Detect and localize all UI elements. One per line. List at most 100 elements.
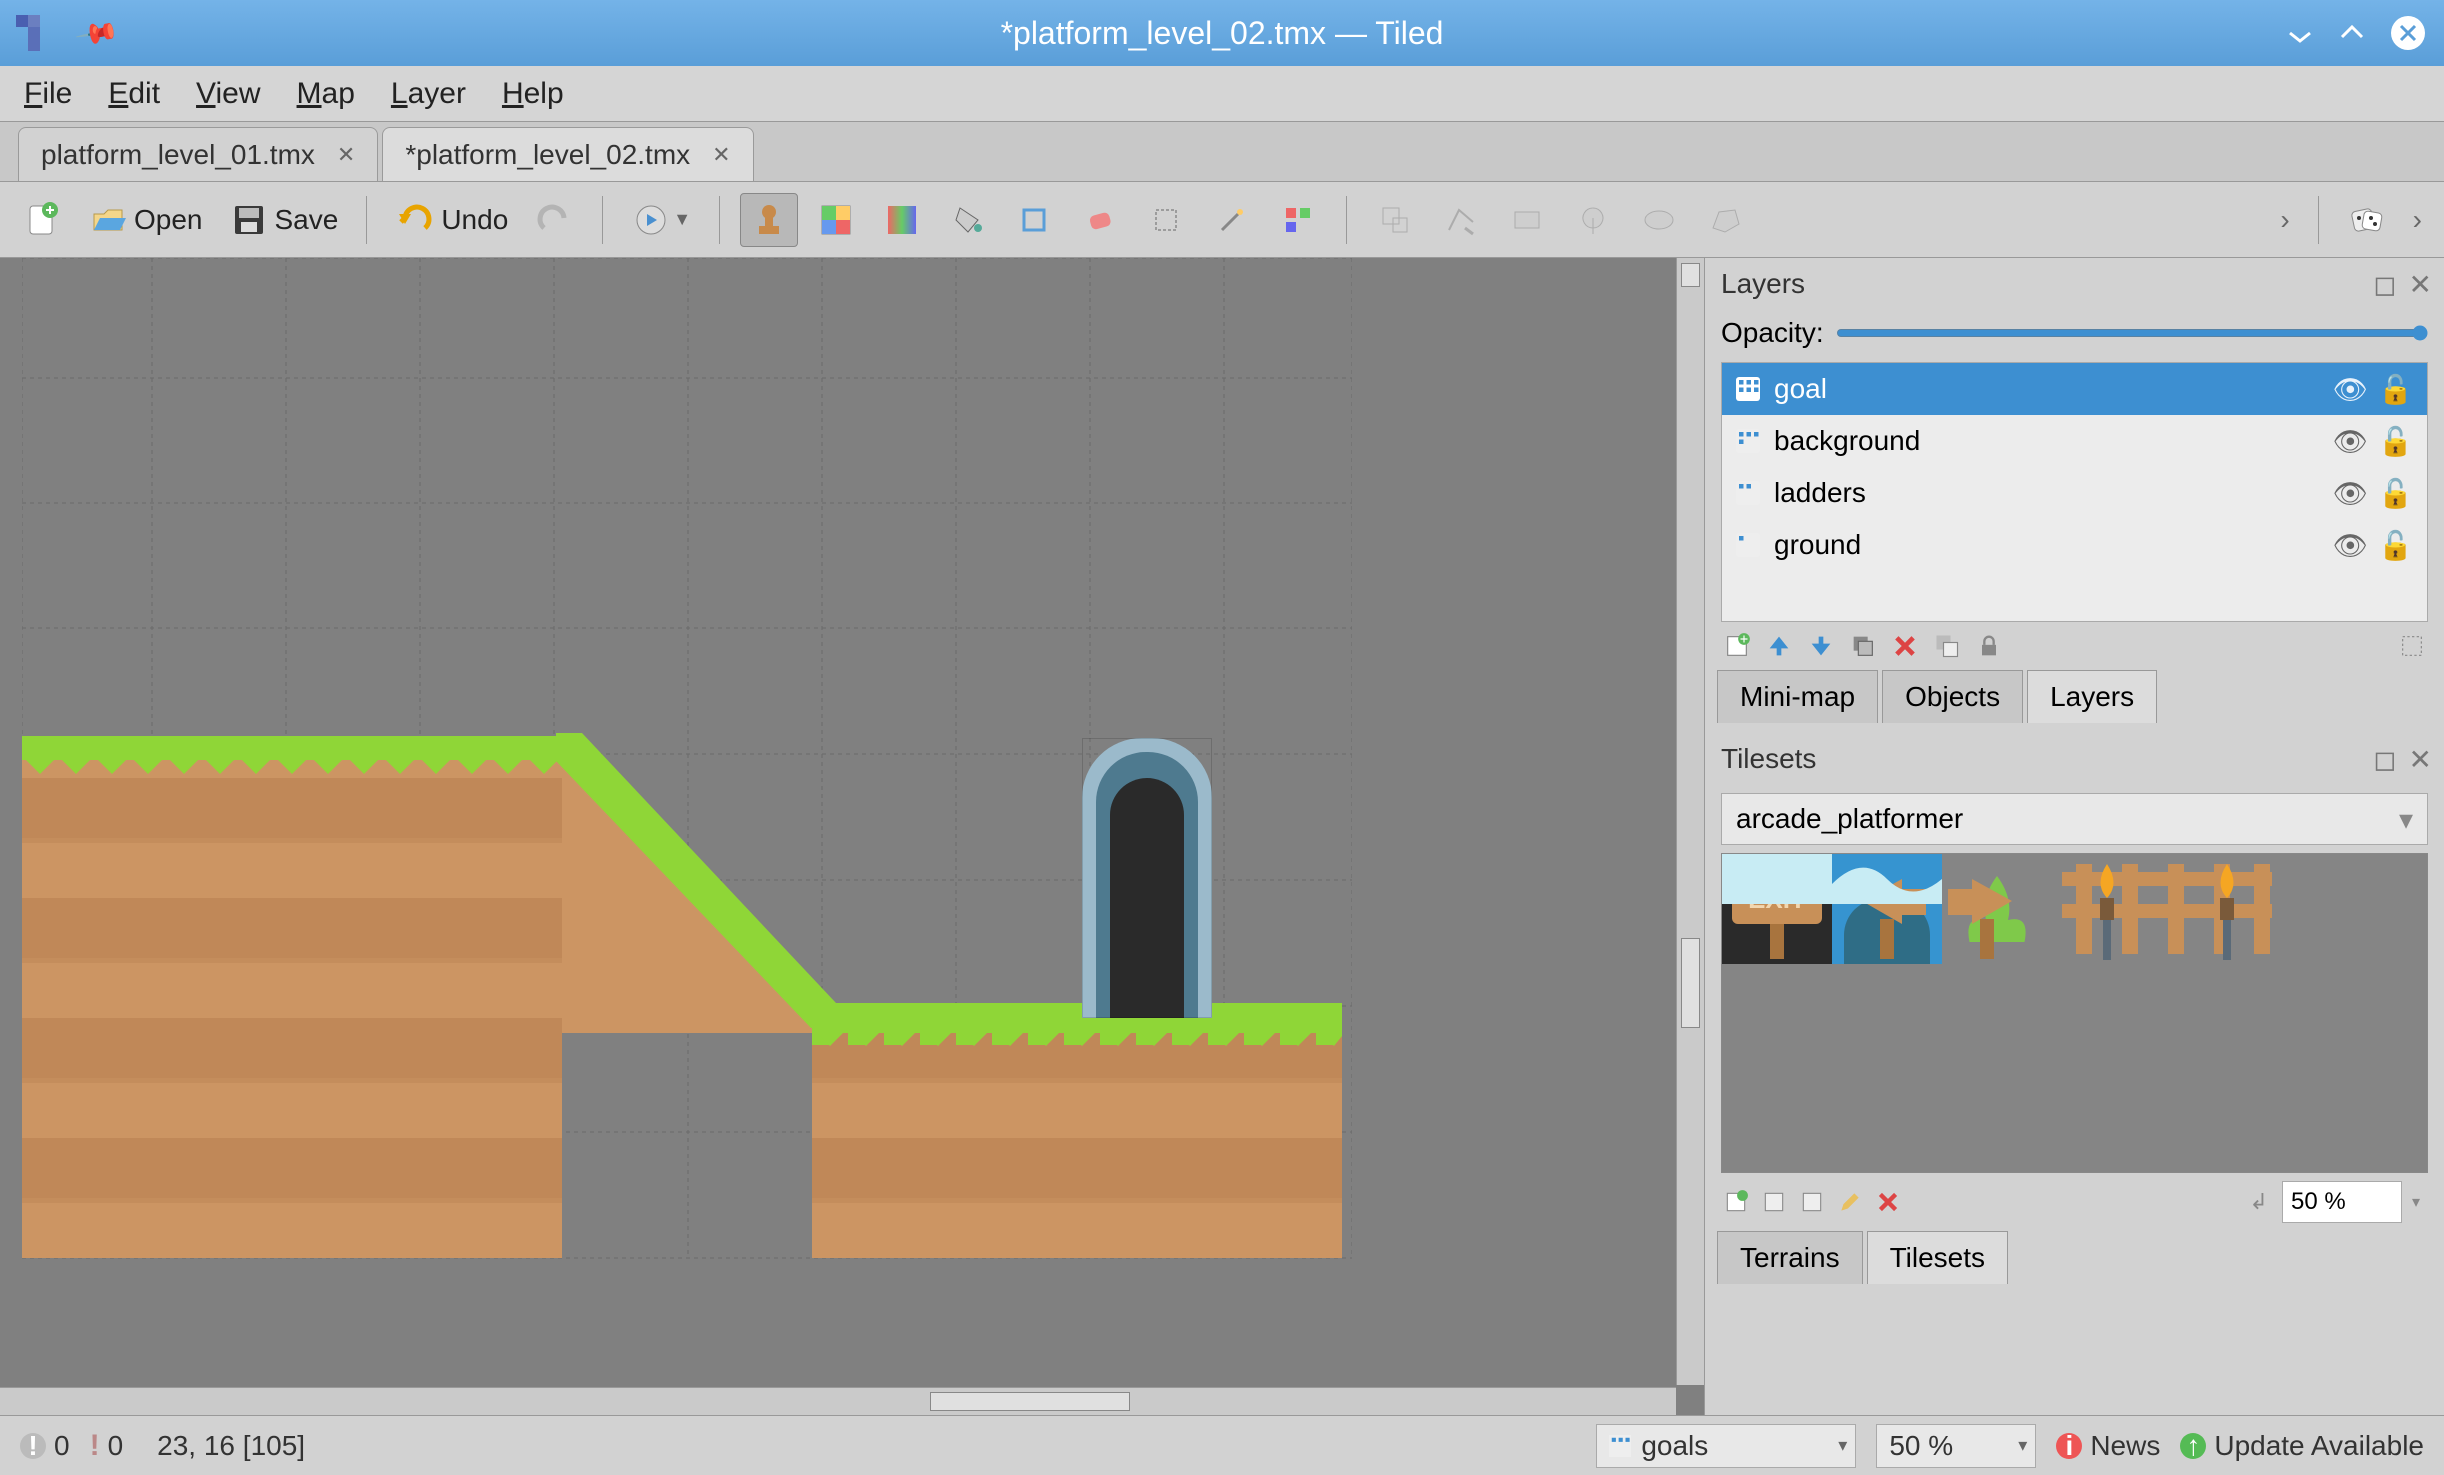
- menu-file[interactable]: File: [24, 77, 72, 111]
- command-button[interactable]: ▼: [623, 193, 699, 247]
- tab-file-1[interactable]: platform_level_01.tmx✕: [18, 127, 378, 181]
- map-canvas[interactable]: [0, 258, 1704, 1415]
- tab-file-2[interactable]: *platform_level_02.tmx✕: [382, 127, 753, 181]
- tile-torch[interactable]: [2072, 854, 2142, 964]
- close-panel-icon[interactable]: ✕: [2409, 743, 2432, 776]
- undock-icon[interactable]: ◻: [2373, 268, 2396, 301]
- selection-highlight: [1082, 738, 1212, 1018]
- undock-icon[interactable]: ◻: [2373, 743, 2396, 776]
- warning-icon[interactable]: !: [90, 1429, 100, 1463]
- insert-rect-tool[interactable]: [1499, 193, 1555, 247]
- edit-tileset-icon[interactable]: [1837, 1189, 1863, 1215]
- tileset-selector[interactable]: arcade_platformer▾: [1721, 793, 2428, 845]
- insert-point-tool[interactable]: [1565, 193, 1621, 247]
- menu-help[interactable]: Help: [502, 77, 564, 111]
- layer-item[interactable]: ladders👁🔓: [1722, 467, 2427, 519]
- edit-polygon-tool[interactable]: [1433, 193, 1489, 247]
- pin-icon[interactable]: 📌: [74, 9, 121, 56]
- eye-icon[interactable]: 👁: [2333, 477, 2369, 510]
- tileset-view[interactable]: EXIT: [1721, 853, 2428, 1173]
- eye-icon[interactable]: 👁: [2333, 529, 2369, 562]
- opacity-slider[interactable]: [1836, 325, 2428, 341]
- news-button[interactable]: iNews: [2056, 1430, 2160, 1462]
- close-tab-icon[interactable]: ✕: [712, 142, 730, 168]
- tab-minimap[interactable]: Mini-map: [1717, 670, 1878, 723]
- minimize-icon[interactable]: [2286, 19, 2314, 47]
- lock-icon[interactable]: 🔓: [2378, 477, 2413, 510]
- layer-bounds-icon[interactable]: [2398, 632, 2426, 660]
- stamp-tool[interactable]: [740, 193, 798, 247]
- new-tileset-icon[interactable]: [1723, 1189, 1749, 1215]
- app-icon: [16, 15, 52, 51]
- select-tool[interactable]: [1138, 193, 1194, 247]
- tile-arrow-right[interactable]: [1932, 854, 2042, 964]
- bucket-tool[interactable]: [940, 193, 996, 247]
- new-button[interactable]: [14, 193, 70, 247]
- maximize-icon[interactable]: [2338, 19, 2366, 47]
- vertical-scrollbar[interactable]: [1676, 258, 1704, 1385]
- redo-button[interactable]: [526, 193, 582, 247]
- eye-icon[interactable]: 👁: [2333, 425, 2369, 458]
- lock-icon[interactable]: 🔓: [2378, 373, 2413, 406]
- undo-button[interactable]: Undo: [387, 193, 516, 247]
- other-layers-icon[interactable]: [1933, 632, 1961, 660]
- dirt-tile: [22, 758, 562, 1258]
- tab-terrains[interactable]: Terrains: [1717, 1231, 1863, 1284]
- update-button[interactable]: ↑Update Available: [2180, 1430, 2424, 1462]
- select-object-tool[interactable]: [1367, 193, 1423, 247]
- insert-ellipse-tool[interactable]: [1631, 193, 1687, 247]
- tile-torch[interactable]: [2192, 854, 2262, 964]
- delete-tileset-icon[interactable]: [1875, 1189, 1901, 1215]
- random-mode[interactable]: [2339, 193, 2395, 247]
- move-up-icon[interactable]: [1765, 632, 1793, 660]
- layer-item[interactable]: background👁🔓: [1722, 415, 2427, 467]
- layer-name: ground: [1774, 529, 1861, 561]
- wand-tool[interactable]: [1204, 193, 1260, 247]
- error-count: 0: [54, 1430, 70, 1462]
- eraser-tool[interactable]: [1072, 193, 1128, 247]
- warning-count: 0: [108, 1430, 124, 1462]
- insert-polygon-tool[interactable]: [1697, 193, 1753, 247]
- menu-layer[interactable]: Layer: [391, 77, 466, 111]
- dynamic-wrap-icon[interactable]: ↲: [2250, 1189, 2268, 1215]
- tab-objects[interactable]: Objects: [1882, 670, 2023, 723]
- close-panel-icon[interactable]: ✕: [2409, 268, 2432, 301]
- layer-item[interactable]: goal👁🔓: [1722, 363, 2427, 415]
- error-icon[interactable]: !: [20, 1433, 46, 1459]
- shape-fill-tool[interactable]: [1006, 193, 1062, 247]
- tile-wave[interactable]: [1832, 854, 1942, 904]
- lock-layers-icon[interactable]: [1975, 632, 2003, 660]
- chevron-down-icon[interactable]: ▾: [2406, 1192, 2426, 1212]
- duplicate-icon[interactable]: [1849, 632, 1877, 660]
- current-layer-combo[interactable]: goals▾: [1596, 1424, 1856, 1468]
- toolbar-more-2[interactable]: ›: [2405, 193, 2430, 247]
- layer-item[interactable]: ground 👁 🔓: [1722, 519, 2427, 571]
- tileset-name: arcade_platformer: [1736, 803, 1963, 835]
- close-tab-icon[interactable]: ✕: [337, 142, 355, 168]
- eye-icon[interactable]: 👁: [2333, 373, 2369, 406]
- tab-tilesets[interactable]: Tilesets: [1867, 1231, 2008, 1284]
- lock-icon[interactable]: 🔓: [2378, 425, 2413, 458]
- fill-tool[interactable]: [874, 193, 930, 247]
- menu-map[interactable]: Map: [297, 77, 355, 111]
- open-button[interactable]: Open: [80, 193, 211, 247]
- horizontal-scrollbar[interactable]: [0, 1387, 1676, 1415]
- embed-tileset-icon[interactable]: [1761, 1189, 1787, 1215]
- toolbar-more[interactable]: ›: [2272, 193, 2297, 247]
- terrain-tool[interactable]: [808, 193, 864, 247]
- tab-layers[interactable]: Layers: [2027, 670, 2157, 723]
- move-down-icon[interactable]: [1807, 632, 1835, 660]
- tile-water[interactable]: [1722, 854, 1832, 904]
- close-icon[interactable]: [2390, 15, 2426, 51]
- menu-view[interactable]: View: [196, 77, 260, 111]
- zoom-combo[interactable]: 50 %▾: [1876, 1424, 2036, 1468]
- new-layer-icon[interactable]: [1723, 632, 1751, 660]
- lock-icon[interactable]: 🔓: [2378, 529, 2413, 562]
- save-button[interactable]: Save: [221, 193, 347, 247]
- menu-edit[interactable]: Edit: [108, 77, 160, 111]
- export-tileset-icon[interactable]: [1799, 1189, 1825, 1215]
- layer-list[interactable]: goal👁🔓 background👁🔓 ladders👁🔓 ground👁🔓: [1721, 362, 2428, 622]
- delete-layer-icon[interactable]: [1891, 632, 1919, 660]
- tileset-zoom-input[interactable]: [2282, 1181, 2402, 1223]
- same-tile-tool[interactable]: [1270, 193, 1326, 247]
